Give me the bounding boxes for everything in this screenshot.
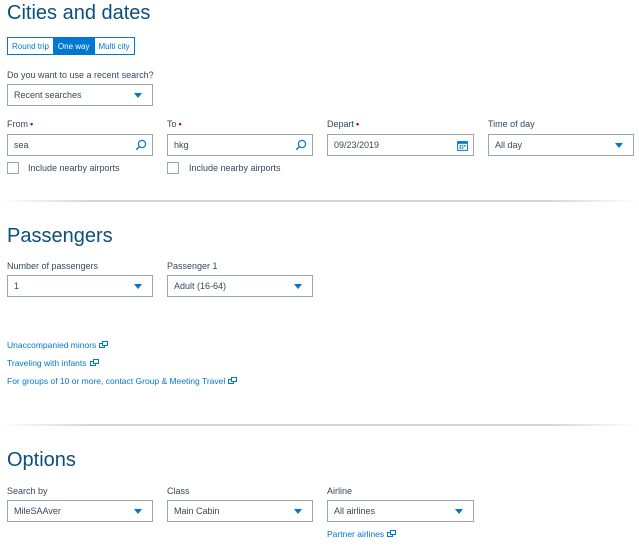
external-link-icon [99,341,109,349]
from-label: From • [7,119,33,129]
cities-dates-heading: Cities and dates [7,2,151,24]
unaccompanied-minors-link[interactable]: Unaccompanied minors [7,340,109,350]
external-link-icon [228,377,238,385]
class-value: Main Cabin [174,506,220,516]
time-of-day-label: Time of day [488,119,535,129]
search-icon[interactable] [130,135,152,155]
chevron-down-icon [134,283,142,289]
calendar-icon[interactable] [451,135,473,155]
to-input-value: hkg [174,140,189,150]
partner-airlines-link[interactable]: Partner airlines [327,529,397,539]
external-link-icon [89,359,99,367]
external-link-icon [387,530,397,538]
required-marker: • [356,119,360,129]
passenger-1-type-select[interactable]: Adult (16-64) [167,275,313,297]
to-nearby-label: Include nearby airports [189,163,281,173]
search-icon[interactable] [290,135,312,155]
chevron-down-icon [455,508,463,514]
group-travel-link[interactable]: For groups of 10 or more, contact Group … [7,376,238,386]
from-nearby-label: Include nearby airports [28,163,120,173]
search-by-label: Search by [7,486,48,496]
time-of-day-select[interactable]: All day [488,134,634,156]
from-label-text: From [7,119,28,129]
passenger-count-value: 1 [14,281,20,291]
airline-label: Airline [327,486,353,496]
passengers-heading: Passengers [7,225,113,247]
depart-label: Depart • [327,119,359,129]
chevron-down-icon [134,508,142,514]
to-label: To • [167,119,182,129]
to-label-text: To [167,119,177,129]
search-by-select[interactable]: MileSAAver [7,500,153,522]
depart-label-text: Depart [327,119,355,129]
trip-type-round-trip[interactable]: Round trip [8,38,53,54]
class-label: Class [167,486,190,496]
chevron-down-icon [615,142,623,148]
trip-type-multi-city[interactable]: Multi city [93,38,134,54]
recent-searches-value: Recent searches [14,90,82,100]
airline-value: All airlines [334,506,376,516]
recent-searches-select[interactable]: Recent searches [7,84,153,106]
from-input-value: sea [14,140,29,150]
chevron-down-icon [134,92,142,98]
partner-airlines-text: Partner airlines [327,529,385,539]
trip-type-one-way[interactable]: One way [52,38,94,54]
to-nearby-checkbox[interactable] [167,162,179,174]
class-select[interactable]: Main Cabin [167,500,313,522]
trip-type-toggle: Round trip One way Multi city [7,37,135,55]
depart-date-value: 09/23/2019 [334,140,380,150]
group-travel-text: For groups of 10 or more, contact Group … [7,376,226,386]
chevron-down-icon [294,283,302,289]
chevron-down-icon [294,508,302,514]
section-divider [0,424,639,426]
time-of-day-value: All day [495,140,523,150]
unaccompanied-minors-text: Unaccompanied minors [7,340,97,350]
passenger-count-label: Number of passengers [7,261,99,271]
from-input[interactable]: sea [7,134,153,156]
traveling-with-infants-text: Traveling with infants [7,358,87,368]
depart-date-input[interactable]: 09/23/2019 [327,134,474,156]
to-input[interactable]: hkg [167,134,313,156]
from-nearby-checkbox[interactable] [7,162,19,174]
recent-search-label: Do you want to use a recent search? [7,70,154,80]
airline-select[interactable]: All airlines [327,500,474,522]
search-by-value: MileSAAver [14,506,61,516]
section-divider [0,200,639,202]
passenger-1-type-value: Adult (16-64) [174,281,227,291]
required-marker: • [178,119,182,129]
passenger-1-label: Passenger 1 [167,261,218,271]
passenger-count-select[interactable]: 1 [7,275,153,297]
traveling-with-infants-link[interactable]: Traveling with infants [7,358,99,368]
required-marker: • [30,119,34,129]
options-heading: Options [7,449,76,471]
